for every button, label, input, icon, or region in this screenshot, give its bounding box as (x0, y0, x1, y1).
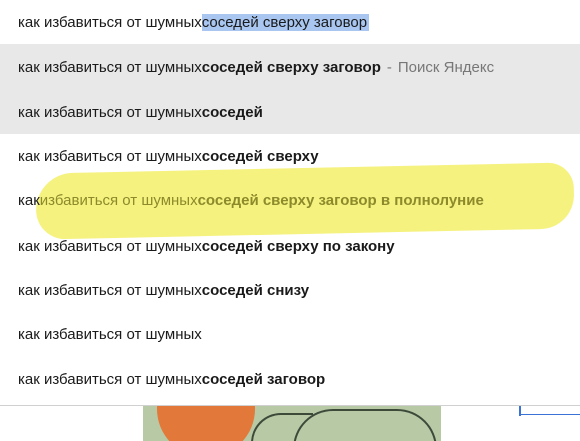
suggestion-bold: соседей сверху заговор в полнолуние (197, 191, 484, 209)
illustration-orange-shape (157, 405, 255, 441)
suggestion-item[interactable]: как избавиться от шумных соседей сверху … (0, 178, 580, 222)
suggestion-bold: соседей сверху (201, 147, 319, 165)
suggestion-item[interactable]: как избавиться от шумных соседей снизу (0, 268, 580, 312)
accent-line-horizontal (519, 414, 580, 415)
suggestion-prefix: как избавиться от шумных (18, 103, 202, 121)
suggestion-item[interactable]: как избавиться от шумных соседей (0, 90, 580, 134)
suggestion-prefix: как избавиться от шумных (18, 325, 202, 343)
suggestion-bold: соседей (201, 103, 263, 121)
suggestion-bold: соседей сверху заговор (201, 58, 381, 76)
search-input[interactable]: как избавиться от шумных соседей сверху … (0, 0, 580, 44)
suggestion-prefix: как избавиться от шумных (18, 237, 202, 255)
partial-illustration (143, 405, 441, 441)
suggestion-item[interactable]: как избавиться от шумных соседей сверху … (0, 44, 580, 90)
suggestion-prefix-first: как (18, 191, 40, 209)
suggestion-prefix: как избавиться от шумных (18, 147, 202, 165)
suggestion-bold: соседей заговор (201, 370, 326, 388)
suggestion-item[interactable]: как избавиться от шумных соседей заговор (0, 357, 580, 401)
search-suggest-dropdown: как избавиться от шумных соседей сверху … (0, 0, 580, 406)
suggestion-source: Поиск Яндекс (397, 58, 495, 76)
suggestion-prefix: как избавиться от шумных (18, 370, 202, 388)
search-query-text: как избавиться от шумных (18, 13, 202, 31)
suggestion-bold: соседей сверху по закону (201, 237, 395, 255)
suggestion-bold: соседей снизу (201, 281, 310, 299)
suggestion-separator: - (386, 58, 392, 76)
suggestion-prefix: как избавиться от шумных (18, 281, 202, 299)
suggestion-item[interactable]: как избавиться от шумных соседей сверху … (0, 224, 580, 268)
search-query-selection: соседей сверху заговор (201, 13, 370, 31)
suggestion-item[interactable]: как избавиться от шумных (0, 312, 580, 356)
suggestion-prefix: как избавиться от шумных (18, 58, 202, 76)
suggestion-prefix: избавиться от шумных (39, 191, 198, 209)
illustration-sketch-arc (293, 409, 437, 441)
